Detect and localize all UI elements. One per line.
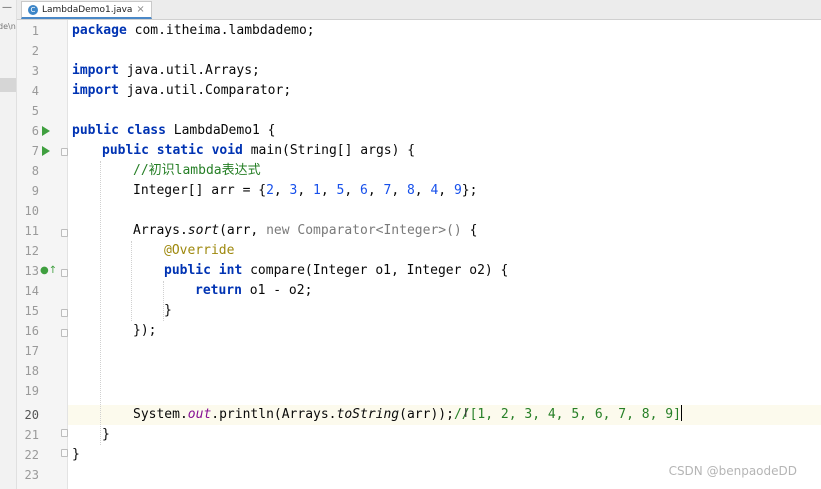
project-path-fragment: de\n (0, 22, 16, 31)
code-line-22: } (72, 447, 80, 462)
editor-tab-bar: C LambdaDemo1.java × (17, 0, 821, 20)
watermark: CSDN @benpaodeDD (668, 464, 797, 478)
code-line-12: @Override (164, 243, 235, 258)
line-number-current: 20 (24, 408, 39, 422)
run-main-icon[interactable] (42, 146, 50, 156)
line-number: 11 (24, 224, 39, 238)
line-number: 22 (24, 448, 39, 462)
indent-guide (131, 241, 132, 321)
selected-row-marker (0, 78, 16, 92)
fold-marker-icon[interactable] (61, 229, 68, 237)
line-number: 19 (24, 384, 39, 398)
line-number: 13 (24, 264, 39, 278)
code-line-15: } (164, 303, 172, 318)
line-number: 10 (24, 204, 39, 218)
text-caret (680, 405, 683, 421)
tab-lambdademo1[interactable]: C LambdaDemo1.java × (21, 1, 152, 19)
code-editor[interactable]: package com.itheima.lambdademo; import j… (68, 20, 821, 489)
line-number: 23 (24, 468, 39, 482)
run-class-icon[interactable] (42, 126, 50, 136)
line-number: 16 (24, 324, 39, 338)
code-line-6: public class LambdaDemo1 { (72, 123, 276, 138)
code-line-14: return o1 - o2; (195, 283, 313, 298)
code-line-21: } (102, 427, 110, 442)
code-line-11: Arrays.sort(arr, new Comparator<Integer>… (133, 223, 478, 238)
fold-marker-icon[interactable] (61, 329, 68, 337)
line-number: 14 (24, 284, 39, 298)
line-number: 8 (31, 164, 39, 178)
line-number: 5 (31, 104, 39, 118)
fold-marker-icon[interactable] (61, 429, 68, 437)
code-line-13: public int compare(Integer o1, Integer o… (164, 263, 509, 278)
line-number: 4 (31, 84, 39, 98)
editor-gutter: 1 2 3 4 5 6 7 8 9 10 11 12 13 14 15 16 1… (17, 20, 68, 489)
code-line-1: package com.itheima.lambdademo; (72, 23, 315, 38)
indent-guide (100, 161, 101, 445)
fold-marker-icon[interactable] (61, 148, 68, 156)
line-number: 12 (24, 244, 39, 258)
fold-marker-icon[interactable] (61, 309, 68, 317)
line-number: 18 (24, 364, 39, 378)
code-line-8: //初识lambda表达式 (133, 163, 261, 178)
code-line-16: }); (133, 323, 157, 338)
fold-marker-icon[interactable] (61, 449, 68, 457)
left-tool-strip: — de\n (0, 0, 17, 489)
tab-label: LambdaDemo1.java (42, 4, 133, 15)
line-number: 1 (31, 24, 39, 38)
line-number: 17 (24, 344, 39, 358)
line-number: 15 (24, 304, 39, 318)
code-line-20: System.out.println(Arrays.toString(arr))… (133, 405, 683, 422)
code-line-4: import java.util.Comparator; (72, 83, 292, 98)
override-icon[interactable]: ●↑ (40, 265, 57, 276)
line-number: 7 (31, 144, 39, 158)
java-class-icon: C (28, 4, 38, 15)
line-number: 21 (24, 428, 39, 442)
code-line-7: public static void main(String[] args) { (102, 143, 416, 158)
line-number: 6 (31, 124, 39, 138)
fold-marker-icon[interactable] (61, 269, 68, 277)
collapse-icon[interactable]: — (2, 2, 12, 13)
code-line-3: import java.util.Arrays; (72, 63, 260, 78)
code-line-9: Integer[] arr = {2, 3, 1, 5, 6, 7, 8, 4,… (133, 183, 478, 198)
line-number: 3 (31, 64, 39, 78)
line-number: 2 (31, 44, 39, 58)
mouse-ibeam-cursor-icon: I (464, 406, 468, 420)
line-number: 9 (31, 184, 39, 198)
close-icon[interactable]: × (136, 4, 144, 15)
